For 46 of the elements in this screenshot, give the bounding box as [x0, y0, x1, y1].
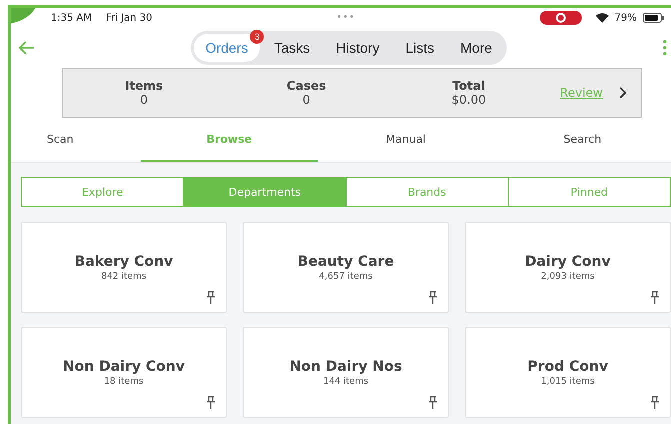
- chevron-right-icon[interactable]: [619, 87, 627, 99]
- mode-tab[interactable]: Search: [494, 118, 671, 162]
- nav-tab[interactable]: More: [448, 34, 504, 62]
- department-card[interactable]: Non Dairy Conv 18 items: [21, 327, 227, 418]
- department-name: Non Dairy Nos: [290, 358, 402, 374]
- pin-icon[interactable]: [428, 291, 438, 304]
- item-count: 18 items: [104, 376, 144, 386]
- multitask-dots: •••: [336, 13, 356, 23]
- stat-value: $0.00: [452, 93, 486, 107]
- nav-tab[interactable]: History: [324, 34, 392, 62]
- department-card[interactable]: Beauty Care 4,657 items: [243, 222, 449, 313]
- pin-icon[interactable]: [206, 291, 216, 304]
- department-name: Prod Conv: [528, 358, 608, 374]
- department-name: Dairy Conv: [525, 254, 611, 270]
- stat-label: Cases: [286, 79, 326, 93]
- stat-label: Total: [452, 79, 486, 93]
- item-count: 842 items: [101, 272, 147, 282]
- battery-percent: 79%: [614, 12, 637, 24]
- record-indicator: [540, 11, 582, 25]
- stat-value: 0: [302, 93, 310, 107]
- department-card[interactable]: Non Dairy Nos 144 items: [243, 327, 449, 418]
- count-badge: 3: [250, 30, 264, 44]
- item-count: 2,093 items: [541, 272, 595, 282]
- pin-icon[interactable]: [428, 396, 438, 409]
- stat-value: 0: [140, 93, 148, 107]
- status-time: 1:35 AM: [51, 12, 92, 24]
- status-date: Fri Jan 30: [106, 12, 153, 24]
- battery-icon: [642, 13, 665, 23]
- department-card[interactable]: Bakery Conv 842 items: [21, 222, 227, 313]
- department-name: Beauty Care: [298, 254, 394, 270]
- item-count: 4,657 items: [319, 272, 373, 282]
- nav-tab[interactable]: Lists: [394, 34, 447, 62]
- stat-label: Items: [125, 79, 164, 93]
- pin-icon[interactable]: [650, 396, 660, 409]
- mode-tab[interactable]: Manual: [318, 118, 494, 162]
- pin-icon[interactable]: [206, 396, 216, 409]
- nav-tab[interactable]: Tasks: [262, 34, 322, 62]
- wifi-icon: [596, 13, 609, 23]
- item-count: 144 items: [323, 376, 369, 386]
- department-name: Non Dairy Conv: [63, 358, 185, 374]
- pin-icon[interactable]: [650, 291, 660, 304]
- department-name: Bakery Conv: [74, 254, 174, 270]
- item-count: 1,015 items: [541, 376, 595, 386]
- department-card[interactable]: Prod Conv 1,015 items: [465, 327, 671, 418]
- department-card[interactable]: Dairy Conv 2,093 items: [465, 222, 671, 313]
- mode-tab[interactable]: Scan: [41, 118, 141, 162]
